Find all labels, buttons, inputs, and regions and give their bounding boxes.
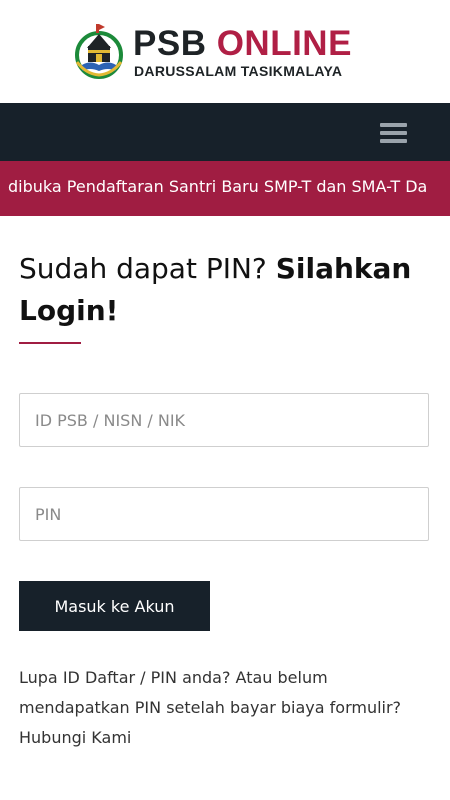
hamburger-menu-icon[interactable] (380, 123, 407, 143)
login-heading: Sudah dapat PIN? Silahkan Login! (19, 248, 431, 332)
announcement-text: dibuka Pendaftaran Santri Baru SMP-T dan… (8, 177, 428, 196)
pin-input[interactable] (19, 487, 429, 541)
navbar (0, 103, 450, 161)
brand-subtitle: DARUSSALAM TASIKMALAYA (134, 63, 343, 79)
brand-title-psb: PSB (133, 24, 207, 63)
help-text: Lupa ID Daftar / PIN anda? Atau belum me… (19, 668, 402, 717)
menu-bar (380, 139, 407, 143)
menu-bar (380, 123, 407, 127)
pesantren-logo-icon[interactable] (74, 22, 124, 82)
login-heading-normal: Sudah dapat PIN? (19, 252, 267, 285)
brand-title[interactable]: PSB ONLINE (133, 24, 352, 64)
id-psb-input[interactable] (19, 393, 429, 447)
menu-bar (380, 131, 407, 135)
heading-divider (19, 342, 81, 344)
help-text-block: Lupa ID Daftar / PIN anda? Atau belum me… (19, 663, 439, 753)
site-header: PSB ONLINE DARUSSALAM TASIKMALAYA (0, 0, 450, 103)
announcement-marquee: dibuka Pendaftaran Santri Baru SMP-T dan… (0, 161, 450, 216)
login-submit-button[interactable]: Masuk ke Akun (19, 581, 210, 631)
brand-title-online: ONLINE (216, 24, 352, 63)
contact-us-link[interactable]: Hubungi Kami (19, 723, 439, 753)
